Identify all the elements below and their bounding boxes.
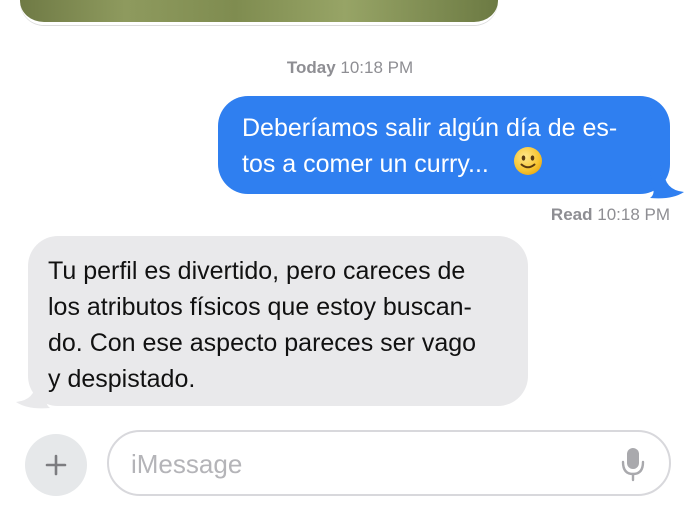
plus-button[interactable] xyxy=(25,434,87,496)
message-line: do. Con ese aspecto pareces ser vago xyxy=(48,329,477,357)
outgoing-bubble-tail xyxy=(650,170,684,199)
plus-icon xyxy=(45,454,67,476)
shared-image-bottom-edge[interactable] xyxy=(20,0,498,25)
message-input-bar: iMessage xyxy=(0,420,700,506)
read-status: Read xyxy=(550,205,593,224)
timestamp-day: Today xyxy=(286,58,336,77)
conversation-timestamp: Today 10:18 PM xyxy=(0,58,700,78)
message-line: Deberíamos salir algún día de es- xyxy=(242,114,618,142)
message-line: tos a comer un curry... xyxy=(242,150,489,178)
message-line: los atributos físicos que estoy buscan- xyxy=(48,293,472,321)
message-line: y despistado. xyxy=(48,365,196,393)
incoming-message-bubble[interactable]: Tu perfil es divertido, pero careces de … xyxy=(28,236,528,406)
microphone-icon[interactable] xyxy=(619,446,647,482)
outgoing-message-bubble[interactable]: Deberíamos salir algún día de es- tos a … xyxy=(218,96,670,194)
read-receipt: Read 10:18 PM xyxy=(551,205,670,225)
timestamp-time: 10:18 PM xyxy=(340,58,414,77)
imessage-input-field[interactable]: iMessage xyxy=(107,430,671,496)
read-time: 10:18 PM xyxy=(597,205,670,224)
message-line: Tu perfil es divertido, pero careces de xyxy=(48,257,466,285)
slightly-smiling-face-emoji-icon xyxy=(513,146,543,176)
message-line-with-emoji: tos a comer un curry... xyxy=(242,146,646,182)
imessage-placeholder: iMessage xyxy=(131,449,243,479)
incoming-bubble-tail xyxy=(16,380,50,409)
